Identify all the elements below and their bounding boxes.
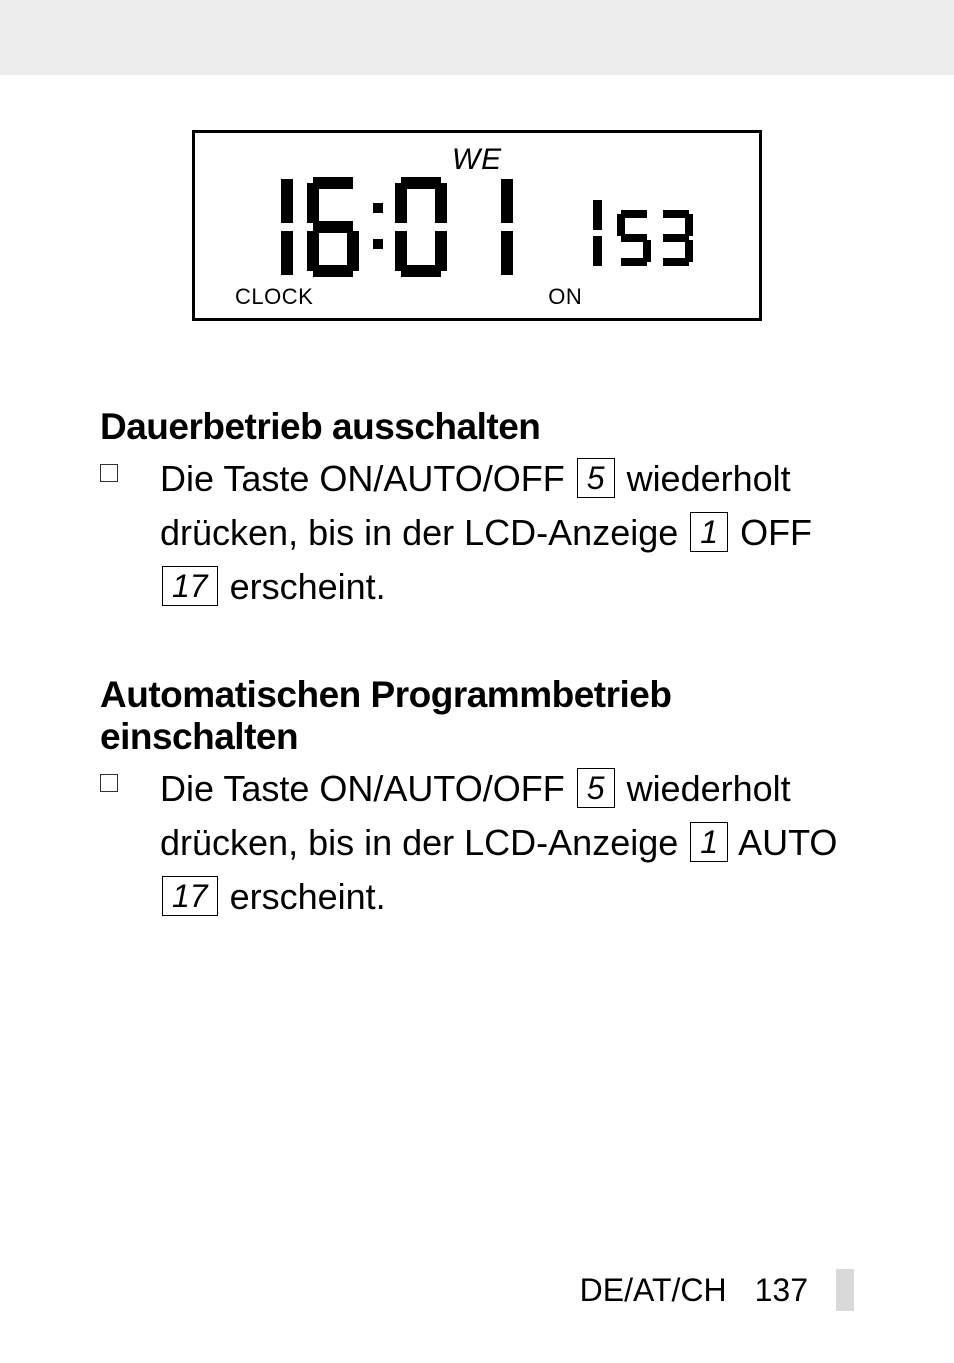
text-frag: AUTO	[730, 822, 837, 863]
keyref-5: 5	[577, 768, 615, 808]
keyref-1: 1	[690, 822, 728, 862]
lcd-time-row	[225, 172, 729, 282]
instruction-row-1: Die Taste ON/AUTO/OFF 5 wiederholt drück…	[100, 452, 854, 614]
heading-dauerbetrieb: Dauerbetrieb ausschalten	[100, 406, 854, 448]
footer-bar-icon	[836, 1269, 854, 1311]
page-body: WE	[0, 75, 954, 1363]
lcd-display: WE	[192, 130, 762, 321]
footer-locale: DE/AT/CH	[580, 1272, 727, 1309]
text-frag: Die Taste ON/AUTO/OFF	[160, 768, 575, 809]
keyref-5: 5	[577, 458, 615, 498]
square-bullet-icon	[100, 464, 118, 482]
footer-page-number: 137	[755, 1272, 808, 1309]
lcd-on-label: ON	[548, 284, 582, 310]
keyref-17: 17	[162, 566, 218, 606]
lcd-seconds	[587, 196, 707, 276]
keyref-1: 1	[690, 512, 728, 552]
page-footer: DE/AT/CH 137	[580, 1269, 854, 1311]
instruction-text-2: Die Taste ON/AUTO/OFF 5 wiederholt drück…	[160, 762, 854, 924]
text-frag: erscheint.	[220, 876, 386, 917]
instruction-row-2: Die Taste ON/AUTO/OFF 5 wiederholt drück…	[100, 762, 854, 924]
lcd-bottom-labels: CLOCK ON	[225, 284, 729, 310]
instruction-text-1: Die Taste ON/AUTO/OFF 5 wiederholt drück…	[160, 452, 854, 614]
lcd-main-time	[247, 172, 567, 282]
lcd-clock-label: CLOCK	[235, 284, 313, 310]
heading-automatischen: Automatischen Programmbetrieb einschalte…	[100, 674, 854, 758]
text-frag: erscheint.	[220, 566, 386, 607]
text-frag: Die Taste ON/AUTO/OFF	[160, 458, 575, 499]
text-frag: OFF	[730, 512, 812, 553]
square-bullet-icon	[100, 774, 118, 792]
keyref-17: 17	[162, 876, 218, 916]
